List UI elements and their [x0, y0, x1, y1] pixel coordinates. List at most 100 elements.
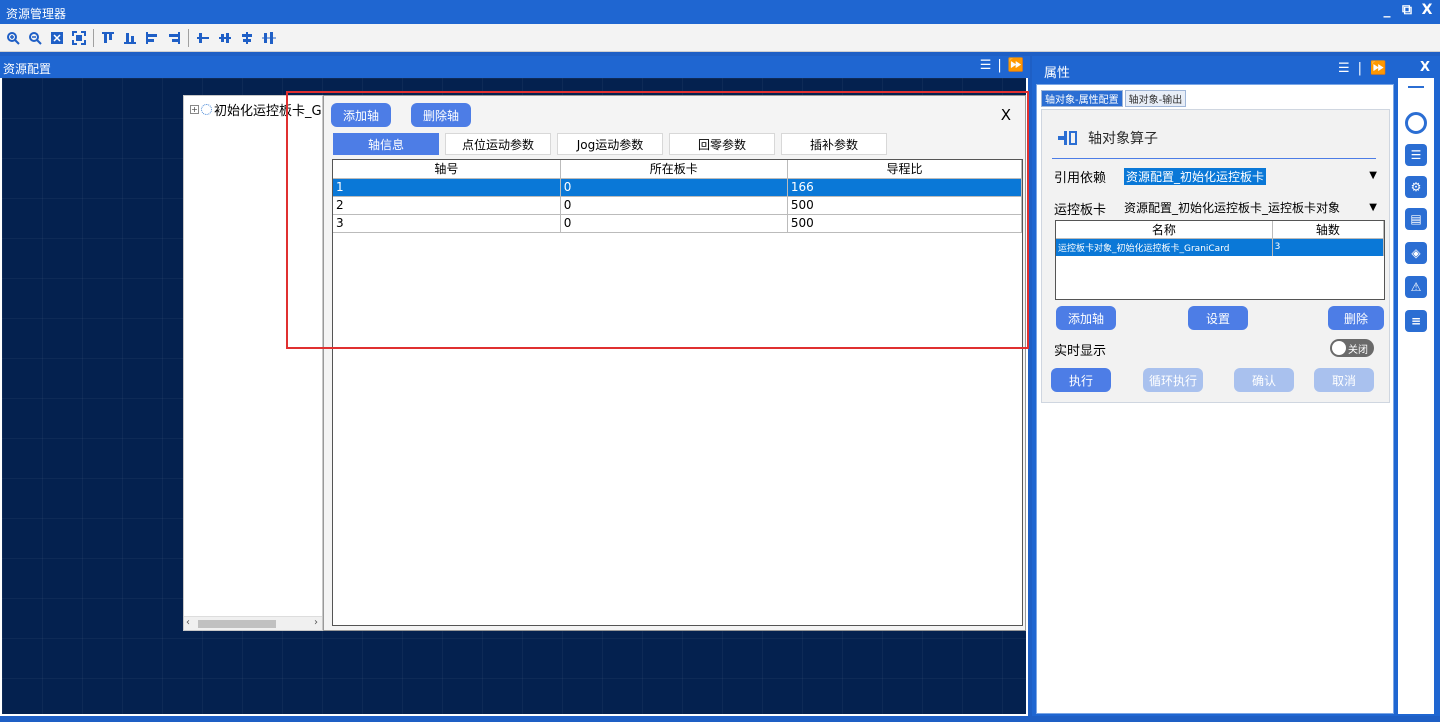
table-row[interactable]: 运控板卡对象_初始化运控板卡_GraniCard 3: [1056, 238, 1385, 256]
column-header[interactable]: 所在板卡: [560, 160, 788, 179]
distribute-center-icon[interactable]: [216, 29, 234, 47]
minimize-button[interactable]: _: [1380, 2, 1394, 18]
card-select[interactable]: 资源配置_初始化运控板卡_运控板卡对象: [1124, 199, 1340, 216]
minimize-dash-icon[interactable]: [1408, 86, 1424, 88]
menu-icon[interactable]: ☰: [980, 58, 992, 73]
cell[interactable]: 0: [560, 196, 788, 215]
tab-axis-props[interactable]: 轴对象-属性配置: [1041, 90, 1123, 107]
cell[interactable]: 1: [333, 178, 561, 197]
tab-point-motion[interactable]: 点位运动参数: [445, 133, 551, 155]
add-axis-button[interactable]: 添加轴: [1056, 306, 1116, 330]
scroll-left-icon[interactable]: ‹: [186, 617, 190, 628]
axis-config-dialog: 添加轴 删除轴 X 轴信息 点位运动参数 Jog运动参数 回零参数 插补参数 轴…: [323, 95, 1026, 631]
tab-jog-motion[interactable]: Jog运动参数: [557, 133, 663, 155]
dialog-close-button[interactable]: X: [1001, 106, 1011, 124]
cell[interactable]: 3: [333, 214, 561, 233]
column-header[interactable]: 轴号: [333, 160, 561, 179]
fit-icon[interactable]: [48, 29, 66, 47]
align-top-icon[interactable]: [99, 29, 117, 47]
tree-node-label: 初始化运控板卡_G: [214, 104, 322, 119]
confirm-button[interactable]: 确认: [1234, 368, 1294, 392]
cell[interactable]: 运控板卡对象_初始化运控板卡_GraniCard: [1056, 238, 1273, 256]
toggle-knob: [1332, 341, 1346, 355]
divider: |: [997, 58, 1002, 73]
fullscreen-icon[interactable]: [70, 29, 88, 47]
tab-homing[interactable]: 回零参数: [669, 133, 775, 155]
align-bottom-icon[interactable]: [121, 29, 139, 47]
scroll-right-icon[interactable]: ›: [314, 617, 318, 628]
delete-button[interactable]: 删除: [1328, 306, 1384, 330]
operator-title: 轴对象算子: [1088, 131, 1158, 147]
menu-icon[interactable]: ☰: [1338, 61, 1350, 76]
cell[interactable]: 3: [1272, 238, 1385, 256]
toolbar-separator: [93, 28, 94, 47]
delete-axis-button[interactable]: 删除轴: [411, 103, 471, 127]
close-button[interactable]: X: [1420, 2, 1434, 18]
properties-body: 轴对象-属性配置 轴对象-输出 轴对象算子 引用依赖 资源配置_初始化运控板卡 …: [1036, 84, 1394, 714]
properties-close-button[interactable]: X: [1420, 60, 1430, 75]
column-header[interactable]: 名称: [1056, 221, 1273, 239]
tree-hscrollbar[interactable]: ‹ ›: [184, 616, 322, 630]
warning-icon[interactable]: ⚠: [1405, 276, 1427, 298]
resource-config-header: 资源配置 ☰ | ⏩: [0, 56, 1030, 78]
window-controls: _ ⧉ X: [1380, 2, 1434, 18]
layers-icon[interactable]: ◈: [1405, 242, 1427, 264]
loop-execute-button[interactable]: 循环执行: [1143, 368, 1203, 392]
table-row[interactable]: 2 0 500: [333, 196, 1023, 215]
realtime-label: 实时显示: [1054, 344, 1107, 359]
cell[interactable]: 500: [787, 214, 1023, 233]
tree-node-root[interactable]: + 初始化运控板卡_G: [190, 100, 322, 119]
ref-select[interactable]: 资源配置_初始化运控板卡: [1124, 168, 1267, 185]
card-table: 名称 轴数 运控板卡对象_初始化运控板卡_GraniCard 3: [1055, 220, 1385, 300]
tab-axis-output[interactable]: 轴对象-输出: [1124, 90, 1187, 107]
cell[interactable]: 2: [333, 196, 561, 215]
realtime-toggle[interactable]: 关闭: [1330, 339, 1374, 357]
add-axis-button[interactable]: 添加轴: [331, 103, 391, 127]
divider: |: [1357, 61, 1363, 76]
node-icon: [201, 104, 212, 115]
zoom-in-icon[interactable]: [4, 29, 22, 47]
settings-button[interactable]: 设置: [1188, 306, 1248, 330]
cell[interactable]: 166: [787, 178, 1023, 197]
cell[interactable]: 0: [560, 214, 788, 233]
column-header[interactable]: 轴数: [1272, 221, 1385, 239]
distribute-h-icon[interactable]: [194, 29, 212, 47]
resource-tree: + 初始化运控板卡_G ‹ ›: [183, 95, 323, 631]
collapse-icon[interactable]: ⏩: [1370, 61, 1386, 76]
expand-icon[interactable]: +: [190, 105, 199, 114]
cell[interactable]: 0: [560, 178, 788, 197]
collapse-icon[interactable]: ⏩: [1008, 58, 1024, 73]
chevron-down-icon[interactable]: ▼: [1369, 202, 1377, 213]
axis-table: 轴号 所在板卡 导程比 1 0 166 2 0 500 3 0 500: [332, 159, 1023, 626]
axis-operator-icon: [1058, 130, 1078, 146]
distribute-v2-icon[interactable]: [260, 29, 278, 47]
network-icon[interactable]: [1405, 112, 1427, 134]
cell[interactable]: 500: [787, 196, 1023, 215]
ref-label: 引用依赖: [1054, 171, 1107, 186]
main-toolbar: [0, 24, 1440, 52]
operator-panel: 轴对象算子 引用依赖 资源配置_初始化运控板卡 ▼ 运控板卡 资源配置_初始化运…: [1041, 109, 1390, 403]
card-label: 运控板卡: [1054, 203, 1107, 218]
tab-interpolation[interactable]: 插补参数: [781, 133, 887, 155]
chevron-down-icon[interactable]: ▼: [1369, 170, 1377, 181]
column-header[interactable]: 导程比: [787, 160, 1023, 179]
resource-config-title: 资源配置: [3, 62, 52, 76]
operator-header: 轴对象算子: [1058, 128, 1158, 148]
settings-doc-icon[interactable]: ⚙: [1405, 176, 1427, 198]
window-title: 资源管理器: [6, 7, 67, 21]
scroll-thumb[interactable]: [198, 620, 276, 628]
panel-icon[interactable]: ▤: [1405, 208, 1427, 230]
table-row[interactable]: 1 0 166: [333, 178, 1023, 197]
cancel-button[interactable]: 取消: [1314, 368, 1374, 392]
align-right-icon[interactable]: [165, 29, 183, 47]
checklist-icon[interactable]: ☰: [1405, 144, 1427, 166]
properties-tabs: 轴对象-属性配置 轴对象-输出: [1041, 90, 1187, 107]
restore-button[interactable]: ⧉: [1400, 2, 1414, 18]
align-left-icon[interactable]: [143, 29, 161, 47]
tab-axis-info[interactable]: 轴信息: [333, 133, 439, 155]
list-icon[interactable]: ≡: [1405, 310, 1427, 332]
table-row[interactable]: 3 0 500: [333, 214, 1023, 233]
execute-button[interactable]: 执行: [1051, 368, 1111, 392]
distribute-v-icon[interactable]: [238, 29, 256, 47]
zoom-out-icon[interactable]: [26, 29, 44, 47]
